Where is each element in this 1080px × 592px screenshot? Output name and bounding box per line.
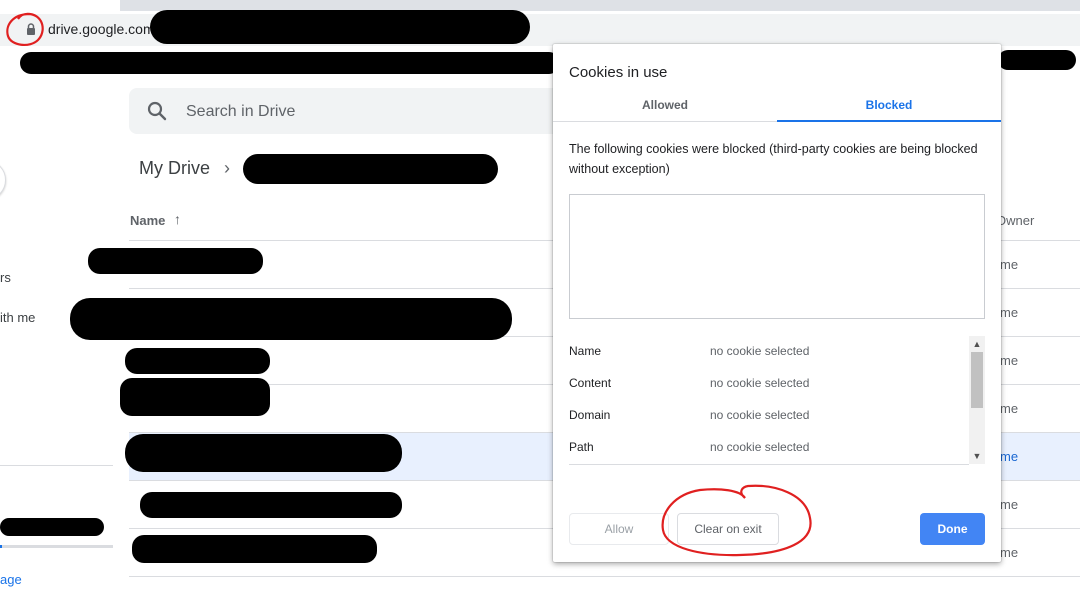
sidebar-storage-link[interactable]: age xyxy=(0,572,22,587)
new-button[interactable] xyxy=(0,160,6,200)
detail-label: Domain xyxy=(569,408,611,422)
details-divider xyxy=(569,464,969,465)
row-owner: me xyxy=(1000,353,1019,368)
detail-value: no cookie selected xyxy=(710,408,810,422)
redaction-mark xyxy=(88,248,263,274)
redaction-mark xyxy=(243,154,498,184)
sidebar-item-computers[interactable]: rs xyxy=(0,270,11,285)
scroll-down-icon[interactable]: ▼ xyxy=(969,448,985,464)
redaction-mark xyxy=(150,10,530,44)
column-header-owner[interactable]: Owner xyxy=(996,213,1034,228)
row-owner: me xyxy=(1000,257,1019,272)
cookie-list[interactable] xyxy=(569,194,985,319)
breadcrumb-my-drive[interactable]: My Drive xyxy=(139,158,210,179)
detail-label: Path xyxy=(569,440,594,454)
row-owner: me xyxy=(1000,401,1019,416)
detail-label: Name xyxy=(569,344,602,358)
url-text[interactable]: drive.google.com/ xyxy=(48,21,159,37)
redaction-mark xyxy=(140,492,402,518)
sidebar-item-shared-with-me[interactable]: ith me xyxy=(0,310,35,325)
chevron-right-icon: › xyxy=(224,158,230,178)
active-tab-indicator xyxy=(777,120,1001,122)
lock-icon[interactable] xyxy=(24,22,38,36)
screenshot: drive.google.com/ Search in Drive My Dri… xyxy=(0,0,1080,592)
tab-blocked[interactable]: Blocked xyxy=(777,98,1001,112)
redaction-mark xyxy=(0,518,104,536)
storage-bar xyxy=(0,545,113,548)
cookies-dialog: Cookies in use Allowed Blocked The follo… xyxy=(553,44,1001,562)
detail-label: Content xyxy=(569,376,612,390)
row-owner: me xyxy=(1000,449,1019,464)
redaction-mark xyxy=(125,434,402,472)
detail-value: no cookie selected xyxy=(710,440,810,454)
detail-row-domain: Domain no cookie selected xyxy=(569,400,967,432)
row-owner: me xyxy=(1000,305,1019,320)
allow-button[interactable]: Allow xyxy=(569,513,669,545)
detail-row-path: Path no cookie selected xyxy=(569,432,967,464)
details-scrollbar[interactable]: ▲ ▼ xyxy=(969,336,985,464)
redaction-mark xyxy=(20,52,560,74)
done-button[interactable]: Done xyxy=(920,513,985,545)
search-input[interactable]: Search in Drive xyxy=(186,103,295,121)
tab-allowed[interactable]: Allowed xyxy=(553,98,777,112)
scroll-thumb[interactable] xyxy=(971,352,983,408)
search-icon[interactable] xyxy=(146,100,168,122)
sort-arrow-icon[interactable]: ↑ xyxy=(174,211,181,227)
detail-row-name: Name no cookie selected xyxy=(569,336,967,368)
row-owner: me xyxy=(1000,497,1019,512)
detail-value: no cookie selected xyxy=(710,376,810,390)
redaction-mark xyxy=(132,535,377,563)
cookie-details: Name no cookie selected Content no cooki… xyxy=(569,336,985,466)
detail-value: no cookie selected xyxy=(710,344,810,358)
detail-row-content: Content no cookie selected xyxy=(569,368,967,400)
redaction-mark xyxy=(125,348,270,374)
blocked-description: The following cookies were blocked (thir… xyxy=(569,142,978,176)
redaction-mark xyxy=(998,50,1076,70)
clear-on-exit-button[interactable]: Clear on exit xyxy=(677,513,779,545)
sidebar-divider xyxy=(0,465,113,466)
redaction-mark xyxy=(120,378,270,416)
redaction-mark xyxy=(70,298,512,340)
row-owner: me xyxy=(1000,545,1019,560)
column-header-name[interactable]: Name xyxy=(130,213,165,228)
dialog-title: Cookies in use xyxy=(569,64,668,81)
scroll-up-icon[interactable]: ▲ xyxy=(969,336,985,352)
